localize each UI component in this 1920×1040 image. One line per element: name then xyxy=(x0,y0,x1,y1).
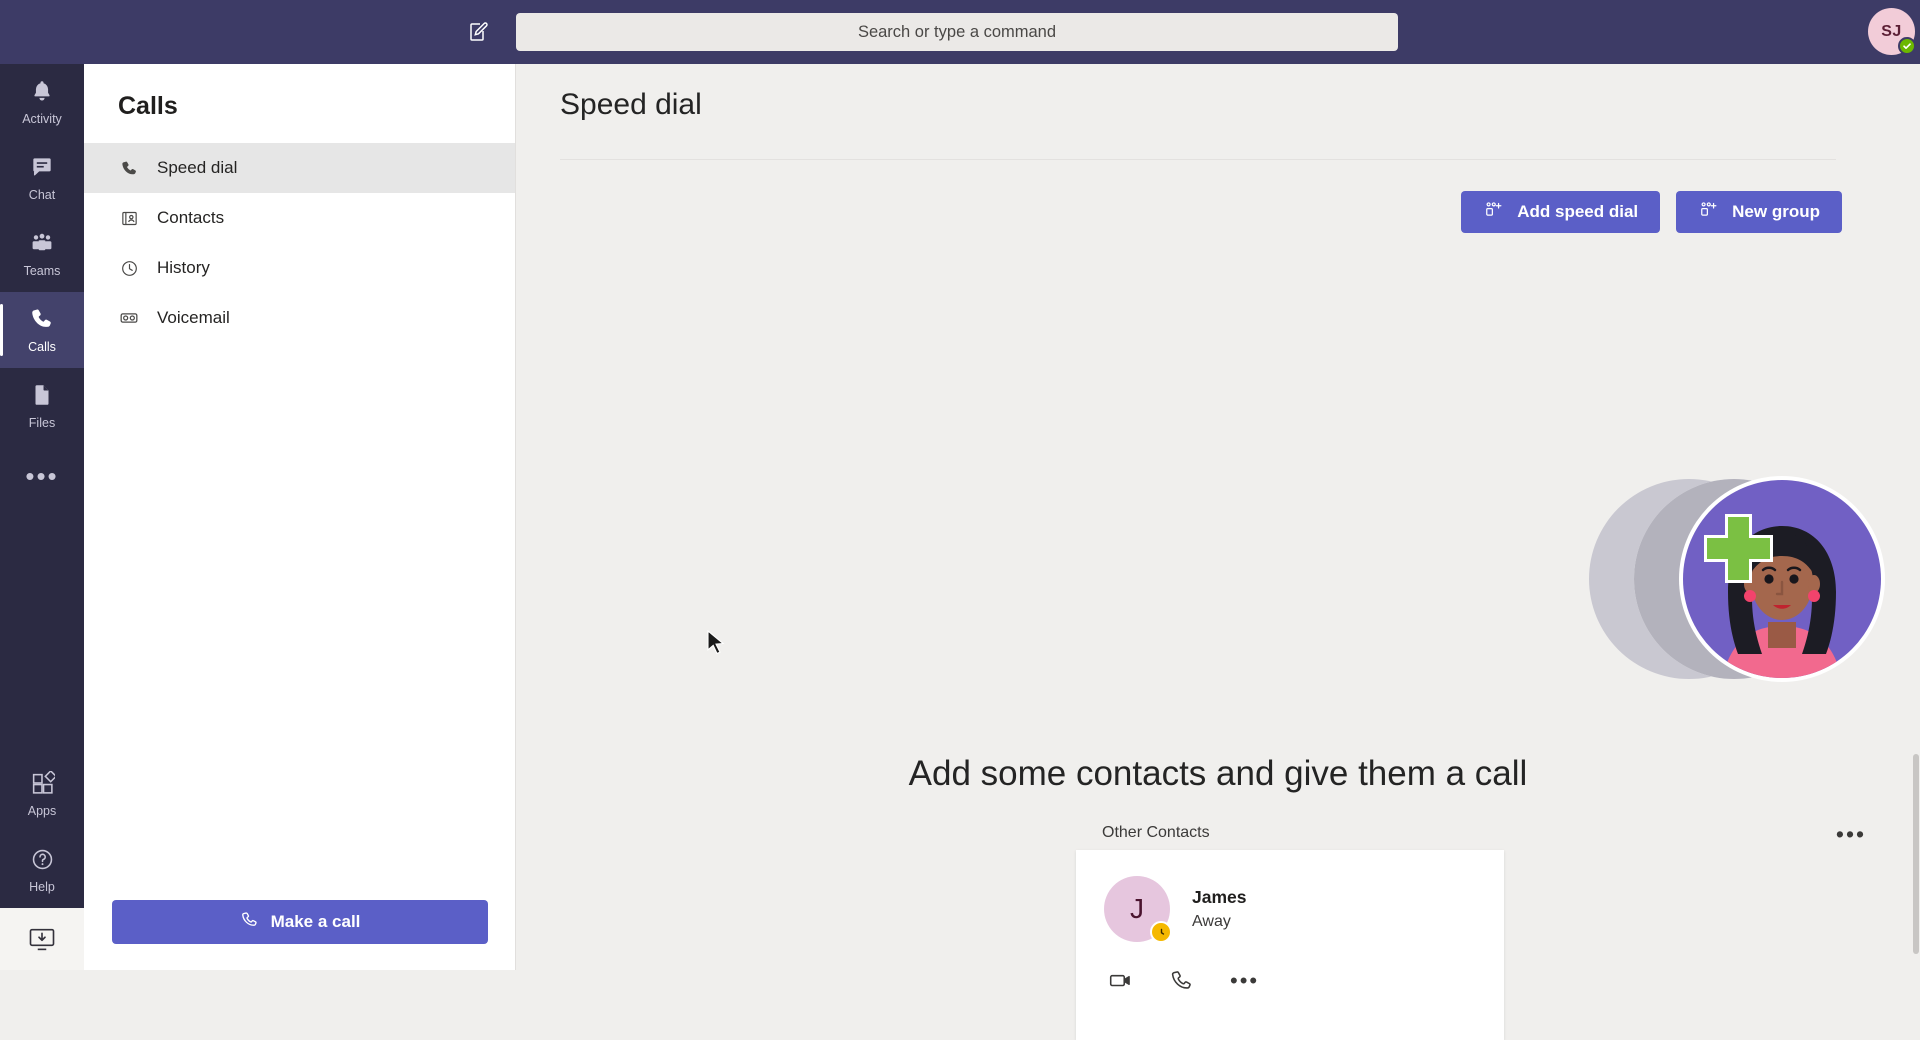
rail-bottom-group: Apps Help xyxy=(0,756,84,970)
chat-icon xyxy=(29,154,55,185)
search-box[interactable] xyxy=(516,13,1398,51)
rail-label-apps: Apps xyxy=(27,803,57,818)
main-content: Speed dial Add speed dial New group Add … xyxy=(516,64,1920,1040)
calls-sidebar: Calls Speed dial Contacts History Voicem… xyxy=(84,64,516,970)
contact-name: James xyxy=(1192,887,1247,907)
rail-more-button[interactable]: ••• xyxy=(0,444,84,508)
phone-icon xyxy=(118,157,140,179)
other-contacts-label: Other Contacts xyxy=(1102,824,1210,841)
rail-label-activity: Activity xyxy=(22,112,62,127)
rail-item-activity[interactable]: Activity xyxy=(0,64,84,140)
presence-available-icon xyxy=(1898,37,1916,55)
rail-item-calls[interactable]: Calls xyxy=(0,292,84,368)
more-options-icon[interactable]: ••• xyxy=(1834,821,1868,847)
contact-status: Away xyxy=(1192,913,1231,930)
sidebar-item-speed-dial[interactable]: Speed dial xyxy=(84,143,515,193)
search-input[interactable] xyxy=(516,13,1398,51)
phone-icon xyxy=(29,306,55,337)
add-person-icon xyxy=(1483,199,1504,225)
contact-header: J James Away xyxy=(1076,850,1504,943)
compose-icon[interactable] xyxy=(462,15,496,49)
apps-icon xyxy=(30,769,57,801)
avatar[interactable]: SJ xyxy=(1868,8,1916,55)
download-app-icon[interactable] xyxy=(0,908,84,970)
rail-label-teams: Teams xyxy=(23,264,61,279)
rail-item-teams[interactable]: Teams xyxy=(0,216,84,292)
sidebar-label-contacts: Contacts xyxy=(157,208,225,227)
sidebar-item-voicemail[interactable]: Voicemail xyxy=(84,293,515,343)
teams-icon xyxy=(29,230,55,261)
page-title: Calls xyxy=(118,92,178,120)
contact-text: James Away xyxy=(1192,887,1247,931)
rail-label-calls: Calls xyxy=(28,340,56,355)
sidebar-label-voicemail: Voicemail xyxy=(157,308,230,327)
action-buttons: Add speed dial New group xyxy=(1461,191,1842,233)
add-speed-dial-button[interactable]: Add speed dial xyxy=(1461,191,1661,233)
video-call-icon[interactable] xyxy=(1108,968,1133,993)
divider xyxy=(560,159,1836,160)
bell-icon xyxy=(29,78,55,109)
phone-icon xyxy=(240,910,259,934)
new-group-label: New group xyxy=(1732,202,1820,221)
add-speed-dial-label: Add speed dial xyxy=(1517,202,1639,221)
make-a-call-label: Make a call xyxy=(270,912,361,931)
main-page-title: Speed dial xyxy=(560,88,702,121)
add-person-icon xyxy=(1698,199,1719,225)
rail-label-files: Files xyxy=(28,416,56,431)
rail-label-help: Help xyxy=(29,879,55,894)
app-rail: Activity Chat Teams Calls Files ••• Apps… xyxy=(0,64,84,970)
voicemail-icon xyxy=(118,307,140,329)
contact-actions: ••• xyxy=(1076,942,1504,993)
rail-item-help[interactable]: Help xyxy=(0,832,84,908)
empty-state-headline: Add some contacts and give them a call xyxy=(908,754,1528,793)
audio-call-icon[interactable] xyxy=(1169,968,1194,993)
make-a-call-button[interactable]: Make a call xyxy=(112,900,488,944)
rail-item-files[interactable]: Files xyxy=(0,368,84,444)
scrollbar-thumb[interactable] xyxy=(1913,754,1919,954)
help-icon xyxy=(30,847,55,877)
rail-item-apps[interactable]: Apps xyxy=(0,756,84,832)
sidebar-item-history[interactable]: History xyxy=(84,243,515,293)
sidebar-label-history: History xyxy=(157,258,210,277)
contact-avatar: J xyxy=(1104,876,1172,943)
main-scrollbar[interactable] xyxy=(1912,64,1920,970)
contact-card-icon xyxy=(118,207,140,229)
away-clock-icon xyxy=(1150,921,1172,943)
new-group-button[interactable]: New group xyxy=(1676,191,1842,233)
sidebar-label-speed-dial: Speed dial xyxy=(157,158,238,177)
make-call-container: Make a call xyxy=(84,900,516,970)
clock-icon xyxy=(118,257,140,279)
contact-card[interactable]: J James Away ••• xyxy=(1076,850,1504,1040)
rail-item-chat[interactable]: Chat xyxy=(0,140,84,216)
file-icon xyxy=(29,382,55,413)
rail-label-chat: Chat xyxy=(28,188,56,203)
top-bar: SJ xyxy=(0,0,1920,64)
contacts-avatars-illustration xyxy=(1582,472,1902,687)
sidebar-item-contacts[interactable]: Contacts xyxy=(84,193,515,243)
